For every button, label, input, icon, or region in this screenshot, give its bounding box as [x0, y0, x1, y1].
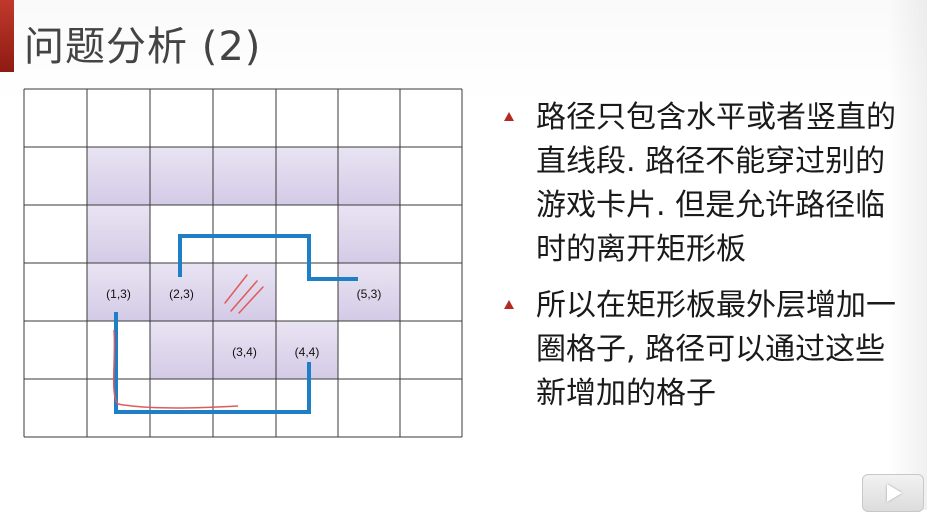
- bullet-item: 路径只包含水平或者竖直的直线段. 路径不能穿过别的游戏卡片. 但是允许路径临时的…: [500, 96, 910, 272]
- cell-coordinate-label: (1,3): [106, 287, 131, 301]
- shaded-cell: [276, 147, 338, 205]
- cell-coordinate-label: (2,3): [169, 287, 194, 301]
- shaded-cell: [338, 205, 400, 263]
- bullet-list: 路径只包含水平或者竖直的直线段. 路径不能穿过别的游戏卡片. 但是允许路径临时的…: [500, 96, 910, 428]
- shaded-cell: [150, 321, 213, 379]
- cell-coordinate-label: (3,4): [232, 345, 257, 359]
- shaded-cell: [87, 205, 150, 263]
- cell-coordinate-label: (5,3): [357, 287, 382, 301]
- bullet-text: 所以在矩形板最外层增加一圈格子, 路径可以通过这些新增加的格子: [536, 288, 896, 411]
- board-gridlines: [23, 88, 463, 438]
- shaded-cell: [213, 263, 276, 321]
- bullet-item: 所以在矩形板最外层增加一圈格子, 路径可以通过这些新增加的格子: [500, 284, 910, 416]
- shaded-cell: [213, 147, 276, 205]
- bullet-triangle-icon: [504, 112, 514, 121]
- bullet-text: 路径只包含水平或者竖直的直线段. 路径不能穿过别的游戏卡片. 但是允许路径临时的…: [536, 100, 896, 267]
- play-button[interactable]: [862, 474, 924, 512]
- shaded-cell: [87, 147, 150, 205]
- cell-coordinate-label: (4,4): [295, 345, 320, 359]
- play-icon: [887, 484, 902, 502]
- shaded-cell: [150, 147, 213, 205]
- bullet-triangle-icon: [504, 300, 514, 309]
- shaded-cell: [338, 147, 400, 205]
- slide: 问题分析 (2) (1,3) (2,3) (5,3) (3,4) (4,4) 路径只包含…: [0, 0, 927, 512]
